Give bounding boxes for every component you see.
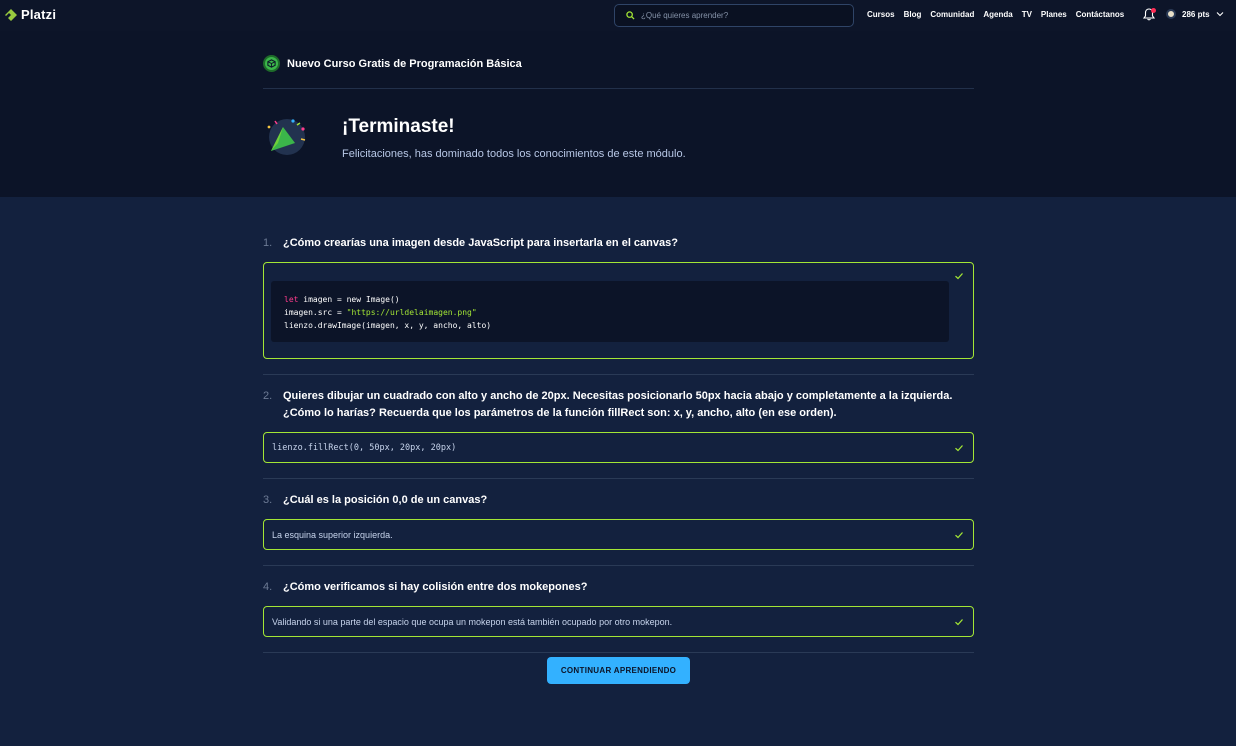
question-text-line2: ¿Cómo lo harías? Recuerda que los paráme… bbox=[283, 407, 837, 419]
question-divider bbox=[263, 478, 974, 479]
top-navbar: Platzi Cursos Blog Comunidad Agenda TV P… bbox=[0, 0, 1236, 31]
question-number: 4. bbox=[263, 581, 273, 593]
platzi-logo-icon bbox=[5, 8, 17, 21]
question-text: ¿Cómo crearías una imagen desde JavaScri… bbox=[283, 237, 678, 249]
nav-links: Cursos Blog Comunidad Agenda TV Planes C… bbox=[867, 10, 1124, 19]
question-text: ¿Cómo verificamos si hay colisión entre … bbox=[283, 581, 588, 593]
answer-text: Validando si una parte del espacio que o… bbox=[272, 617, 673, 627]
answer-text: lienzo.fillRect(0, 50px, 20px, 20px) bbox=[272, 443, 457, 453]
notifications-button[interactable] bbox=[1142, 8, 1156, 22]
cube-icon bbox=[267, 59, 276, 68]
search-box[interactable] bbox=[614, 4, 854, 27]
code-line-1: let imagen = new Image() bbox=[284, 295, 400, 304]
course-title: Nuevo Curso Gratis de Programación Básic… bbox=[287, 57, 522, 70]
question-number: 2. bbox=[263, 390, 273, 402]
question-number: 1. bbox=[263, 237, 273, 249]
code-line-3: lienzo.drawImage(imagen, x, y, ancho, al… bbox=[284, 321, 492, 330]
user-points: 286 pts bbox=[1182, 9, 1210, 19]
nav-link-agenda[interactable]: Agenda bbox=[983, 10, 1012, 19]
search-icon bbox=[626, 11, 635, 20]
header-divider bbox=[263, 88, 974, 89]
course-breadcrumb: Nuevo Curso Gratis de Programación Básic… bbox=[263, 55, 522, 72]
check-icon bbox=[955, 619, 963, 626]
search-input[interactable] bbox=[641, 11, 841, 20]
answer-text: La esquina superior izquierda. bbox=[272, 530, 393, 540]
question-text: ¿Cuál es la posición 0,0 de un canvas? bbox=[283, 494, 488, 506]
answer-1[interactable]: let imagen = new Image() imagen.src = "h… bbox=[263, 262, 974, 359]
question-text: Quieres dibujar un cuadrado con alto y a… bbox=[283, 390, 953, 402]
chevron-down-icon bbox=[1216, 12, 1223, 17]
nav-link-contactanos[interactable]: Contáctanos bbox=[1076, 10, 1124, 19]
question-divider bbox=[263, 374, 974, 375]
user-menu[interactable]: 286 pts bbox=[1166, 9, 1224, 19]
question-2: 2. Quieres dibujar un cuadrado con alto y… bbox=[263, 388, 952, 422]
continue-learning-button[interactable]: CONTINUAR APRENDIENDO bbox=[547, 657, 690, 684]
avatar bbox=[1166, 9, 1176, 19]
check-icon bbox=[955, 445, 963, 452]
nav-link-blog[interactable]: Blog bbox=[904, 10, 922, 19]
nav-link-cursos[interactable]: Cursos bbox=[867, 10, 895, 19]
nav-link-planes[interactable]: Planes bbox=[1041, 10, 1067, 19]
course-badge-icon bbox=[263, 55, 280, 72]
code-line-2: imagen.src = "https://urldelaimagen.png" bbox=[284, 308, 477, 317]
completion-subtitle: Felicitaciones, has dominado todos los c… bbox=[342, 148, 686, 160]
question-1: 1. ¿Cómo crearías una imagen desde JavaSc… bbox=[263, 235, 678, 252]
nav-link-comunidad[interactable]: Comunidad bbox=[930, 10, 974, 19]
code-block: let imagen = new Image() imagen.src = "h… bbox=[271, 281, 949, 342]
question-number: 3. bbox=[263, 494, 273, 506]
completion-title: ¡Terminaste! bbox=[342, 116, 455, 137]
question-4: 4. ¿Cómo verificamos si hay colisión entr… bbox=[263, 579, 587, 596]
party-popper-illustration-icon bbox=[267, 119, 306, 155]
nav-link-tv[interactable]: TV bbox=[1022, 10, 1032, 19]
question-3: 3. ¿Cuál es la posición 0,0 de un canvas? bbox=[263, 492, 487, 509]
platzi-logo[interactable]: Platzi bbox=[4, 7, 56, 22]
answer-3[interactable]: La esquina superior izquierda. bbox=[263, 519, 974, 550]
completion-header: Nuevo Curso Gratis de Programación Básic… bbox=[0, 31, 1236, 197]
check-icon bbox=[955, 532, 963, 539]
logo-text: Platzi bbox=[21, 7, 57, 22]
answer-4[interactable]: Validando si una parte del espacio que o… bbox=[263, 606, 974, 637]
answer-2[interactable]: lienzo.fillRect(0, 50px, 20px, 20px) bbox=[263, 432, 974, 463]
question-divider bbox=[263, 565, 974, 566]
check-icon bbox=[955, 273, 963, 280]
notification-badge bbox=[1151, 8, 1156, 13]
question-divider bbox=[263, 652, 974, 653]
